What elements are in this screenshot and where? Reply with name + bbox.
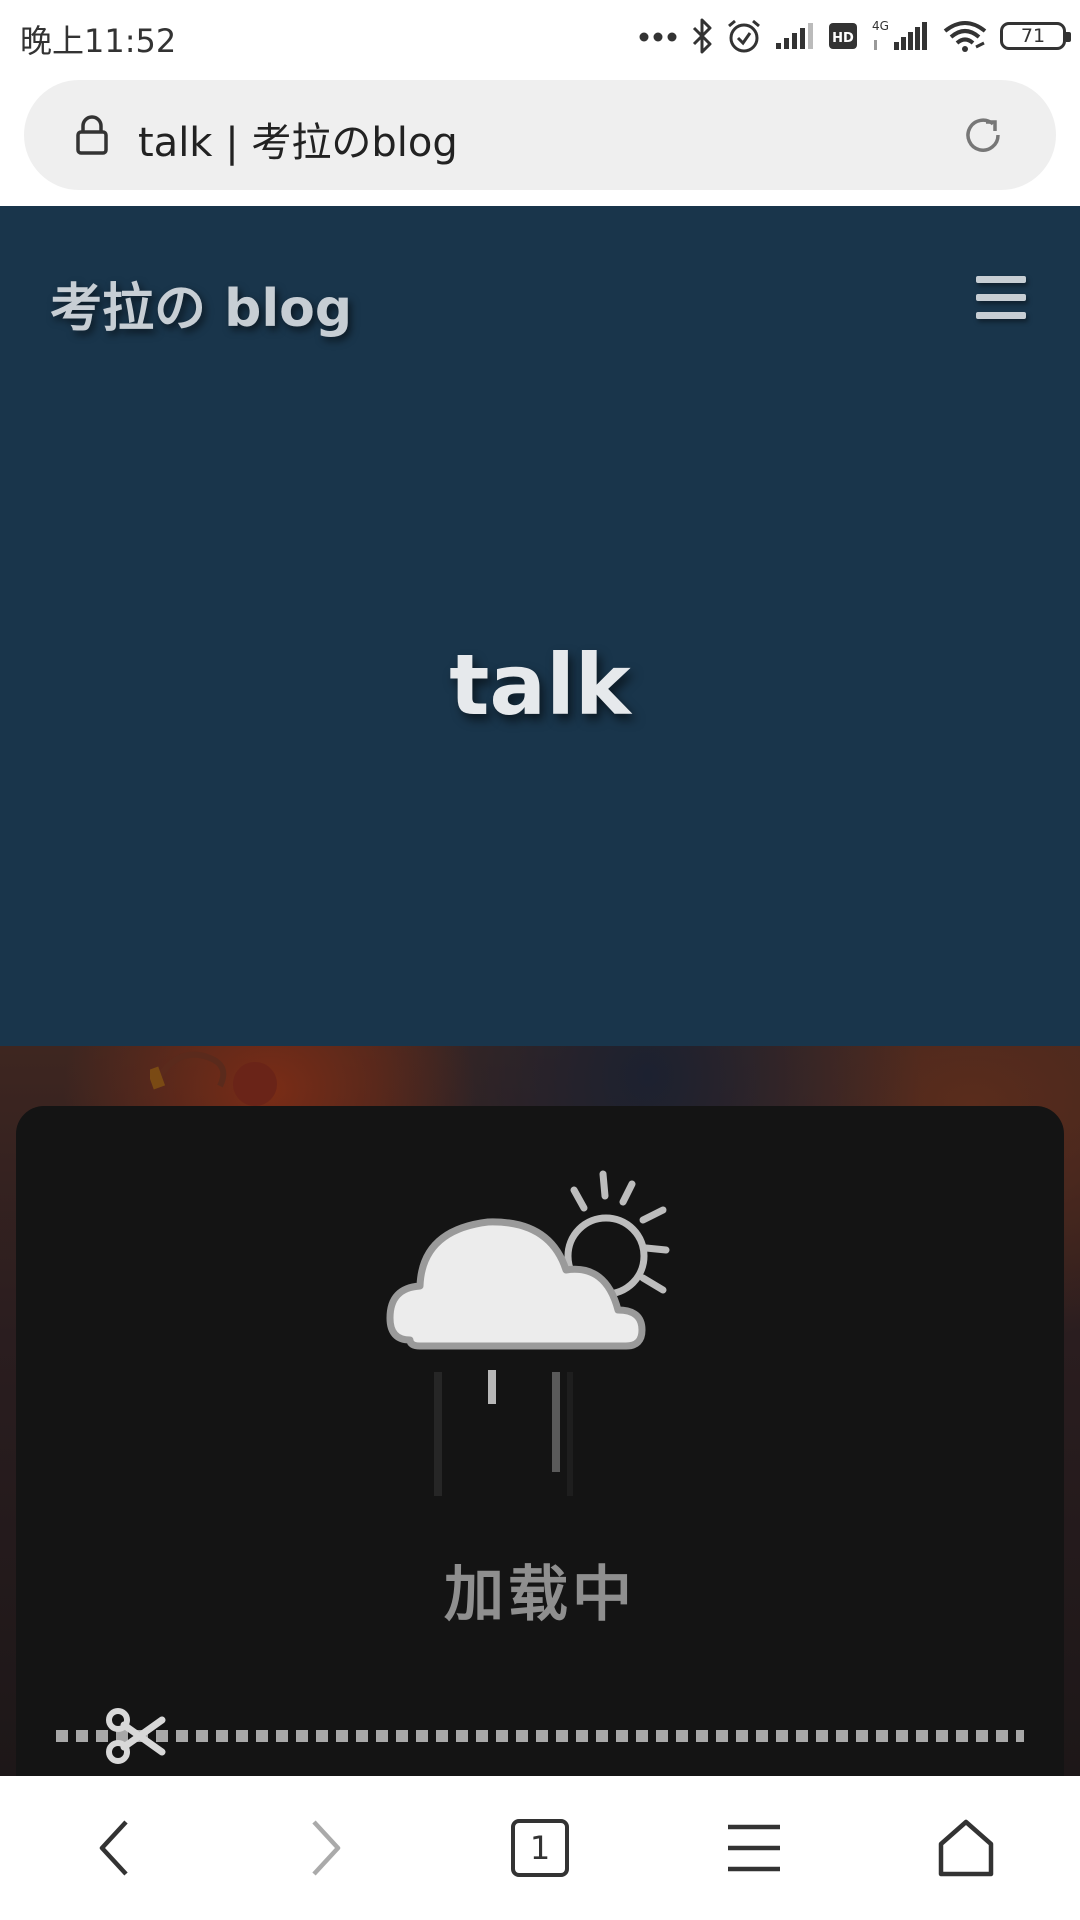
home-button[interactable] — [858, 1776, 1074, 1920]
page-title: talk — [449, 636, 631, 734]
hd-icon: HD — [829, 23, 857, 49]
scissors-icon — [106, 1708, 166, 1764]
home-icon — [938, 1819, 994, 1877]
status-time: 晚上11:52 — [20, 22, 177, 60]
battery-level: 71 — [1020, 25, 1046, 47]
hamburger-menu-icon — [728, 1824, 780, 1872]
more-dots-icon — [639, 32, 677, 42]
tab-count: 1 — [529, 1829, 551, 1867]
chevron-left-icon — [99, 1820, 128, 1876]
wifi-icon — [943, 21, 987, 52]
forward-button[interactable] — [218, 1776, 434, 1920]
browser-menu-button[interactable] — [646, 1776, 862, 1920]
loading-label: 加载中 — [444, 1560, 636, 1630]
svg-text:4G: 4G — [872, 19, 889, 33]
reload-icon[interactable] — [962, 114, 1004, 156]
hamburger-menu-icon[interactable] — [976, 276, 1026, 320]
back-button[interactable] — [6, 1776, 222, 1920]
cloud-sun-rain-icon — [386, 1170, 670, 1496]
address-bar-title: talk | 考拉のblog — [138, 120, 458, 166]
bottom-navigation: 1 — [0, 1776, 1080, 1920]
status-bar: 晚上11:52 HD 4G 71 — [0, 0, 1080, 74]
bluetooth-icon — [692, 18, 712, 54]
status-icons: HD 4G 71 — [638, 14, 1071, 58]
address-bar[interactable]: talk | 考拉のblog — [24, 80, 1056, 190]
svg-text:HD: HD — [832, 31, 854, 46]
background-decoration — [150, 1051, 277, 1106]
4g-signal-icon: 4G — [872, 19, 927, 50]
tabs-icon: 1 — [511, 1819, 569, 1877]
chevron-right-icon — [312, 1820, 341, 1876]
tabs-button[interactable]: 1 — [432, 1776, 648, 1920]
site-header: 考拉の blog talk — [0, 206, 1080, 1046]
lock-icon — [76, 115, 108, 155]
alarm-icon — [728, 19, 760, 53]
dashed-cut-line — [56, 1730, 1024, 1742]
battery-icon: 71 — [1000, 22, 1071, 50]
signal-icon — [776, 23, 813, 49]
site-title[interactable]: 考拉の blog — [50, 266, 352, 341]
